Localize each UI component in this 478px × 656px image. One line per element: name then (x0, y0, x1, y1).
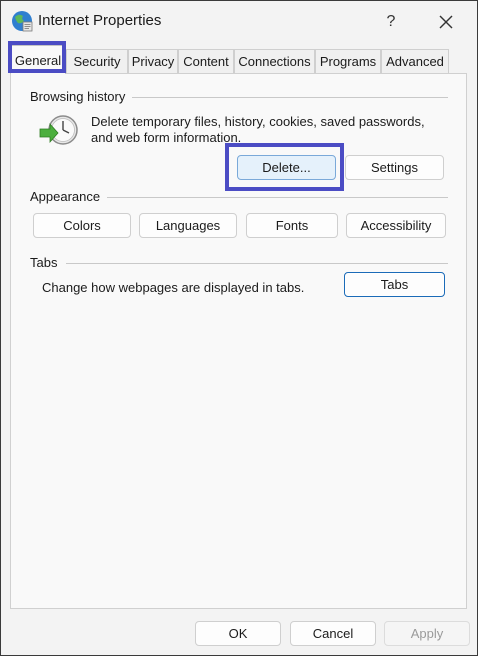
tab-content[interactable]: Content (178, 49, 234, 73)
tabs-settings-button[interactable]: Tabs (344, 272, 445, 297)
appearance-heading: Appearance (30, 189, 101, 204)
general-tab-panel (10, 73, 467, 609)
title-bar: Internet Properties ? (1, 1, 477, 41)
tab-privacy[interactable]: Privacy (128, 49, 178, 73)
ok-button[interactable]: OK (195, 621, 281, 646)
history-clock-icon (39, 115, 78, 145)
tabs-divider (66, 263, 448, 264)
tab-advanced[interactable]: Advanced (381, 49, 449, 73)
internet-properties-dialog: Internet Properties ? General Security P… (0, 0, 478, 656)
colors-button[interactable]: Colors (33, 213, 131, 238)
delete-button[interactable]: Delete... (237, 155, 336, 180)
browsing-history-description-line1: Delete temporary files, history, cookies… (91, 114, 425, 129)
cancel-button[interactable]: Cancel (290, 621, 376, 646)
accessibility-button[interactable]: Accessibility (346, 213, 446, 238)
tab-security[interactable]: Security (66, 49, 128, 73)
close-icon[interactable] (431, 7, 461, 37)
languages-button[interactable]: Languages (139, 213, 237, 238)
browsing-history-divider (132, 97, 448, 98)
browsing-history-description-line2: and web form information. (91, 130, 242, 145)
tabs-description: Change how webpages are displayed in tab… (42, 280, 305, 295)
browsing-history-heading: Browsing history (30, 89, 126, 104)
settings-button[interactable]: Settings (345, 155, 444, 180)
tab-programs[interactable]: Programs (315, 49, 381, 73)
tabs-heading: Tabs (30, 255, 58, 270)
window-title: Internet Properties (38, 12, 162, 29)
internet-globe-icon (12, 11, 33, 32)
appearance-divider (107, 197, 448, 198)
apply-button[interactable]: Apply (384, 621, 470, 646)
tab-connections[interactable]: Connections (234, 49, 315, 73)
tab-general[interactable]: General (10, 45, 66, 74)
help-button[interactable]: ? (377, 9, 405, 35)
fonts-button[interactable]: Fonts (246, 213, 338, 238)
